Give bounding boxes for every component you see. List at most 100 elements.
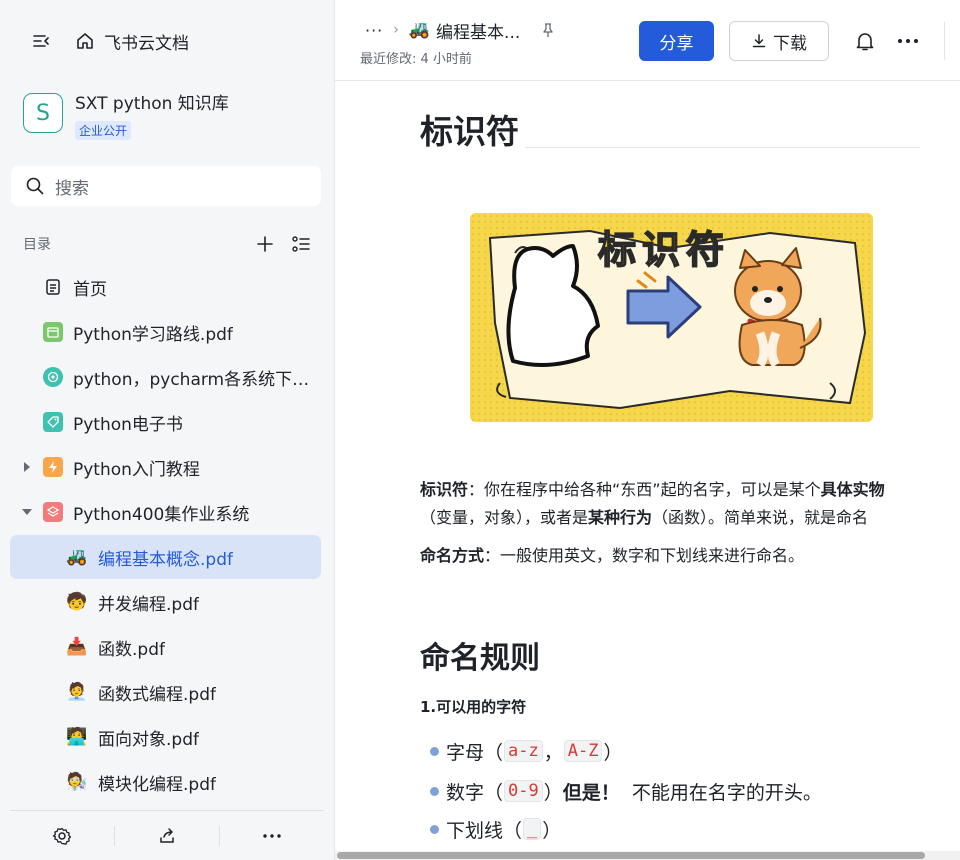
breadcrumb: ··· › 🚜 编程基本...	[365, 18, 556, 43]
search-input[interactable]: 搜索	[11, 166, 321, 206]
inline-code: A-Z	[563, 740, 603, 762]
tree-item-download-install[interactable]: python，pycharm各系统下载安装	[10, 355, 321, 399]
space-logo: S	[23, 93, 63, 133]
doc-header: ··· › 🚜 编程基本... 最近修改: 4 小时前 分享 下载	[335, 0, 960, 81]
list-text: ）	[543, 781, 563, 804]
tree-item-label: Python电子书	[73, 414, 183, 435]
doc-icon	[43, 277, 63, 297]
tree-item-functions[interactable]: 📥 函数.pdf	[10, 625, 321, 669]
tree-item-learning-path[interactable]: Python学习路线.pdf	[10, 310, 321, 354]
inbox-emoji-icon: 📥	[66, 637, 88, 657]
heading-3: 1.可以用的字符	[420, 698, 527, 716]
list-item: 下划线（ _）	[430, 814, 561, 844]
app-window: 飞书云文档 S SXT python 知识库 企业公开 搜索 目录 首页 Pyt…	[0, 0, 960, 860]
tree-item-label: 首页	[73, 279, 107, 300]
collapse-sidebar-icon[interactable]	[30, 30, 52, 52]
list-text: ）	[542, 819, 562, 842]
list-item: 字母（ a-z， A-Z）	[430, 736, 622, 766]
list-text: 字母（	[446, 741, 504, 764]
header-divider	[944, 22, 945, 60]
person-emoji-icon: 🧑‍💼	[66, 682, 88, 702]
orange-lightning-icon	[43, 457, 63, 477]
download-label: 下载	[773, 33, 807, 54]
tree-item-oop[interactable]: 🧑‍💻 面向对象.pdf	[10, 715, 321, 759]
breadcrumb-more-button[interactable]: ···	[365, 21, 383, 40]
horizontal-scrollbar[interactable]	[335, 851, 960, 860]
bullet-dot	[430, 824, 439, 834]
chevron-right-icon: ›	[393, 22, 399, 38]
sidebar-footer	[10, 810, 324, 860]
tree-item-functional-programming[interactable]: 🧑‍💼 函数式编程.pdf	[10, 670, 321, 714]
caret-down-icon[interactable]	[22, 507, 32, 517]
more-icon[interactable]	[220, 825, 324, 847]
search-icon	[26, 177, 44, 195]
definition-text: ：你在程序中给各种“东西”起的名字，可以是某个	[468, 480, 821, 499]
toc-label: 目录	[23, 237, 51, 253]
home-icon[interactable]	[74, 30, 96, 52]
list-item: 数字（ 0-9）但是！ 不能用在名字的开头。	[430, 776, 822, 806]
caret-right-icon[interactable]	[22, 462, 32, 472]
main-content: ··· › 🚜 编程基本... 最近修改: 4 小时前 分享 下载 标识符 标识…	[335, 0, 960, 860]
list-text: 不能用在名字的开头。	[619, 781, 822, 804]
toc-list-icon[interactable]	[289, 232, 313, 256]
scientist-emoji-icon: 🧑‍🔬	[66, 772, 88, 792]
technologist-emoji-icon: 🧑‍💻	[66, 727, 88, 747]
tree-item-label: Python入门教程	[73, 459, 200, 480]
doc-title[interactable]: 编程基本...	[436, 18, 520, 43]
tree-item-home[interactable]: 首页	[10, 265, 321, 309]
definition-text: （函数）。简单来说，就是命名	[652, 508, 869, 527]
space-title: SXT python 知识库	[75, 94, 229, 114]
download-button[interactable]: 下载	[729, 21, 829, 61]
tree-item-label: 函数式编程.pdf	[98, 684, 216, 705]
last-modified: 最近修改: 4 小时前	[360, 52, 472, 67]
bold-but: 但是！	[562, 781, 620, 804]
share-arrow-icon[interactable]	[115, 825, 219, 847]
bullet-dot	[430, 746, 439, 756]
tree-item-ebook[interactable]: Python电子书	[10, 400, 321, 444]
teal-tag-icon	[43, 412, 63, 432]
definition-text: （变量，对象），或者是	[420, 508, 589, 527]
heading-1: 标识符	[420, 112, 519, 151]
sidebar-topbar: 飞书云文档	[30, 28, 189, 54]
bold-concrete-object: 具体实物	[820, 480, 885, 499]
add-icon[interactable]	[253, 232, 277, 256]
pin-icon[interactable]	[540, 22, 556, 38]
tree-item-label: 编程基本概念.pdf	[98, 549, 233, 570]
settings-icon[interactable]	[10, 825, 114, 847]
bell-icon[interactable]	[854, 30, 876, 52]
green-calendar-icon	[43, 322, 63, 342]
list-text: ）	[603, 741, 623, 764]
paragraph-definition-cont: （变量，对象），或者是某种行为（函数）。简单来说，就是命名	[420, 504, 868, 532]
tractor-emoji-icon: 🚜	[66, 547, 88, 567]
more-options-icon[interactable]	[896, 30, 920, 52]
tree-item-intro-tutorial[interactable]: Python入门教程	[10, 445, 321, 489]
list-text: ，	[543, 741, 563, 764]
paragraph-definition: 标识符：你在程序中给各种“东西”起的名字，可以是某个具体实物	[420, 476, 885, 504]
inline-code: a-z	[504, 740, 543, 762]
app-name[interactable]: 飞书云文档	[104, 29, 189, 54]
teal-target-icon	[43, 367, 63, 387]
tree-item-modular-programming[interactable]: 🧑‍🔬 模块化编程.pdf	[10, 760, 321, 804]
share-button[interactable]: 分享	[639, 21, 714, 61]
tree-item-homework-system[interactable]: Python400集作业系统	[10, 490, 321, 534]
inline-code: 0-9	[504, 780, 543, 802]
scrollbar-thumb[interactable]	[337, 852, 925, 859]
red-layers-icon	[43, 502, 63, 522]
child-emoji-icon: 🧒	[66, 592, 88, 612]
tree-item-concurrency[interactable]: 🧒 并发编程.pdf	[10, 580, 321, 624]
tree-item-label: 模块化编程.pdf	[98, 774, 216, 795]
inline-code: _	[523, 818, 542, 840]
sidebar: 飞书云文档 S SXT python 知识库 企业公开 搜索 目录 首页 Pyt…	[0, 0, 335, 860]
identifier-illustration: 标识符	[470, 213, 873, 422]
term-identifier: 标识符	[420, 480, 469, 499]
search-placeholder: 搜索	[55, 178, 89, 199]
space-badge: 企业公开	[75, 121, 132, 140]
list-text: 数字（	[446, 781, 504, 804]
download-icon	[752, 34, 766, 48]
paragraph-naming-method: 命名方式：一般使用英文，数字和下划线来进行命名。	[420, 542, 804, 570]
tree-item-programming-basics[interactable]: 🚜 编程基本概念.pdf	[10, 535, 321, 579]
tree-item-label: python，pycharm各系统下载安装	[73, 369, 315, 390]
heading-underline	[525, 147, 920, 148]
knowledge-space[interactable]: S SXT python 知识库 企业公开	[23, 93, 229, 140]
tree-item-label: Python400集作业系统	[73, 504, 250, 525]
